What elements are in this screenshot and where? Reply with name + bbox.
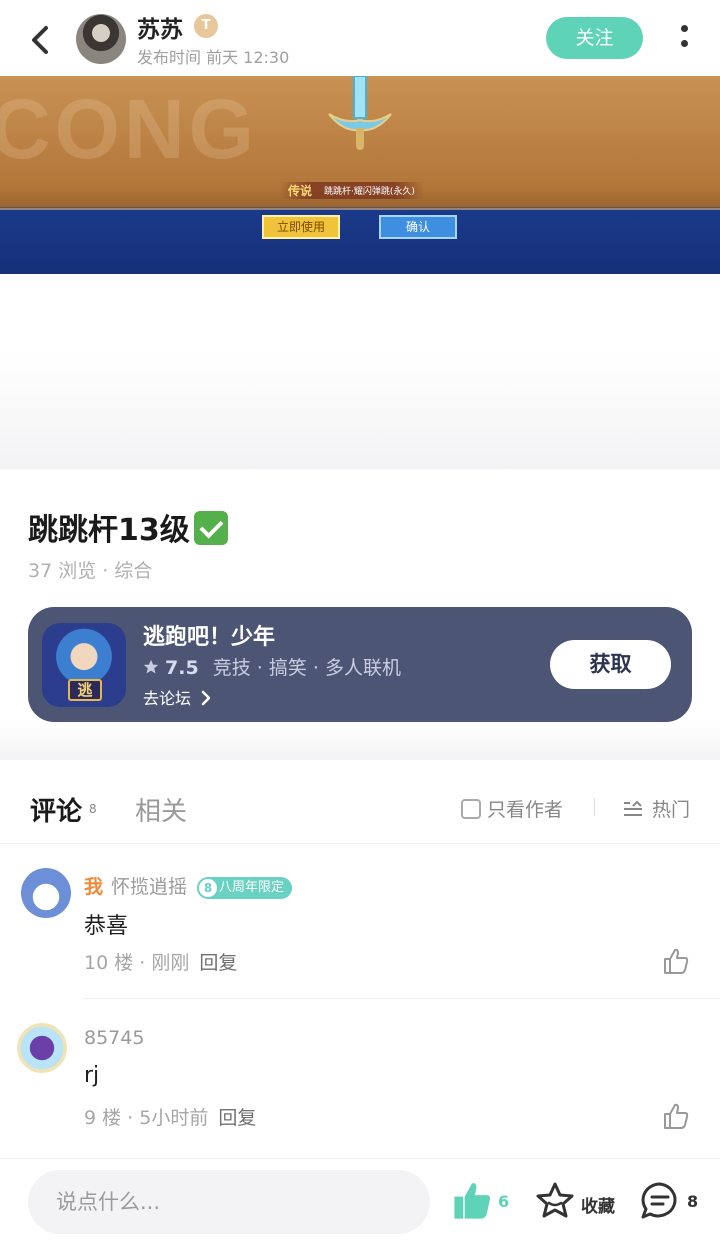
comment-count: 8: [89, 802, 97, 816]
badge-number: 8: [199, 879, 218, 897]
star-outline-icon: [536, 1182, 574, 1218]
commenter-avatar[interactable]: [21, 868, 71, 918]
comment-text: rj: [84, 1063, 100, 1088]
tab-related[interactable]: 相关: [135, 791, 187, 828]
checkbox-icon: [461, 799, 481, 819]
comment-meta: 10 楼 · 刚刚 回复: [84, 948, 237, 975]
badge-text: 八周年限定: [219, 880, 285, 895]
commenter-name[interactable]: 85745: [84, 1027, 144, 1049]
follow-button[interactable]: 关注: [546, 17, 643, 59]
comment-tabs: 评论 8 相关 只看作者 热门: [0, 760, 720, 844]
image-padding: [0, 274, 720, 469]
game-tags: 竞技 · 搞笑 · 多人联机: [212, 657, 402, 679]
banner-bg-text: CONG: [0, 82, 258, 176]
banner-use-now-button: 立即使用: [262, 215, 340, 239]
me-label: 我: [84, 876, 104, 898]
only-author-checkbox[interactable]: 只看作者: [461, 795, 563, 822]
legend-tag: 传说: [288, 184, 313, 198]
reward-item-name: 跳跳杆·耀闪弹跳(永久): [324, 187, 415, 197]
post-title-text: 跳跳杆13级: [28, 513, 190, 548]
banner-divider: [0, 208, 720, 210]
game-icon-char: 逃: [68, 679, 102, 701]
author-level-badge: T: [194, 14, 218, 38]
game-card[interactable]: 逃 逃跑吧！少年 7.5 竞技 · 搞笑 · 多人联机 去论坛 获取: [28, 607, 692, 722]
top-nav-bar: 苏苏 T 发布时间 前天 12:30 关注: [0, 0, 720, 76]
comment-item: 85745 rj 9 楼 · 5小时前 回复: [0, 999, 720, 1154]
go-to-forum-link[interactable]: 去论坛: [143, 685, 212, 709]
publish-time: 发布时间 前天 12:30: [137, 48, 290, 67]
reply-button[interactable]: 回复: [218, 1107, 256, 1129]
chevron-right-icon: [201, 690, 211, 706]
bottom-action-bar: 说点什么... 6 收藏 8: [0, 1158, 720, 1245]
favorite-label: 收藏: [581, 1197, 615, 1217]
comment-floor-time: 10 楼 · 刚刚: [84, 952, 190, 974]
post-image[interactable]: CONG 传说 跳跳杆·耀闪弹跳(永久) 立即使用 确认: [0, 76, 720, 274]
commenter-avatar[interactable]: [17, 1023, 67, 1073]
game-info: 7.5 竞技 · 搞笑 · 多人联机: [143, 653, 401, 680]
post-meta: 37 浏览 · 综合: [28, 560, 153, 582]
tab-comments-label: 评论: [30, 797, 83, 827]
banner-confirm-button: 确认: [379, 215, 457, 239]
game-icon[interactable]: 逃: [42, 623, 126, 707]
tab-divider: [594, 798, 595, 816]
more-options-icon[interactable]: [676, 22, 692, 54]
author-avatar[interactable]: [76, 14, 126, 64]
comment-text: 恭喜: [84, 914, 129, 939]
like-button[interactable]: 6: [450, 1179, 509, 1227]
comment-floor-time: 9 楼 · 5小时前: [84, 1107, 209, 1129]
sort-hot-button[interactable]: 热门: [622, 795, 690, 822]
comments-button[interactable]: 8: [640, 1181, 698, 1225]
thumbs-up-icon[interactable]: [661, 1101, 691, 1131]
commenter-name[interactable]: 怀揽逍摇: [111, 876, 187, 898]
thumbs-up-icon[interactable]: [661, 946, 691, 976]
chat-bubble-icon: [641, 1182, 677, 1219]
post-title: 跳跳杆13级: [28, 505, 228, 549]
forum-link-label: 去论坛: [143, 689, 192, 708]
reward-label: 传说 跳跳杆·耀闪弹跳(永久): [280, 182, 424, 199]
comment-item: 我怀揽逍摇 8 八周年限定 恭喜 10 楼 · 刚刚 回复: [0, 844, 720, 999]
sword-icon: [328, 76, 392, 150]
comment-meta: 9 楼 · 5小时前 回复: [84, 1103, 256, 1130]
section-divider: [0, 722, 720, 760]
author-name[interactable]: 苏苏: [137, 10, 183, 44]
reply-button[interactable]: 回复: [199, 952, 237, 974]
comment-input[interactable]: 说点什么...: [28, 1170, 430, 1234]
star-icon: [143, 659, 159, 674]
game-score: 7.5: [165, 657, 199, 679]
favorite-button[interactable]: 收藏: [535, 1181, 615, 1225]
get-game-button[interactable]: 获取: [550, 640, 671, 689]
check-mark-icon: [193, 511, 228, 545]
sort-label: 热门: [652, 799, 691, 821]
like-count: 6: [498, 1192, 510, 1211]
anniversary-badge: 8 八周年限定: [197, 877, 293, 899]
tab-comments[interactable]: 评论: [30, 791, 82, 828]
commenter-name-row: 我怀揽逍摇 8 八周年限定: [84, 872, 293, 899]
thumbs-up-filled-icon: [454, 1183, 490, 1219]
sort-icon: [624, 800, 642, 816]
back-arrow-icon[interactable]: [26, 20, 56, 60]
only-author-label: 只看作者: [487, 799, 564, 821]
game-name[interactable]: 逃跑吧！少年: [143, 619, 275, 651]
comment-total: 8: [687, 1192, 699, 1211]
commenter-name-row: 85745: [84, 1027, 144, 1049]
